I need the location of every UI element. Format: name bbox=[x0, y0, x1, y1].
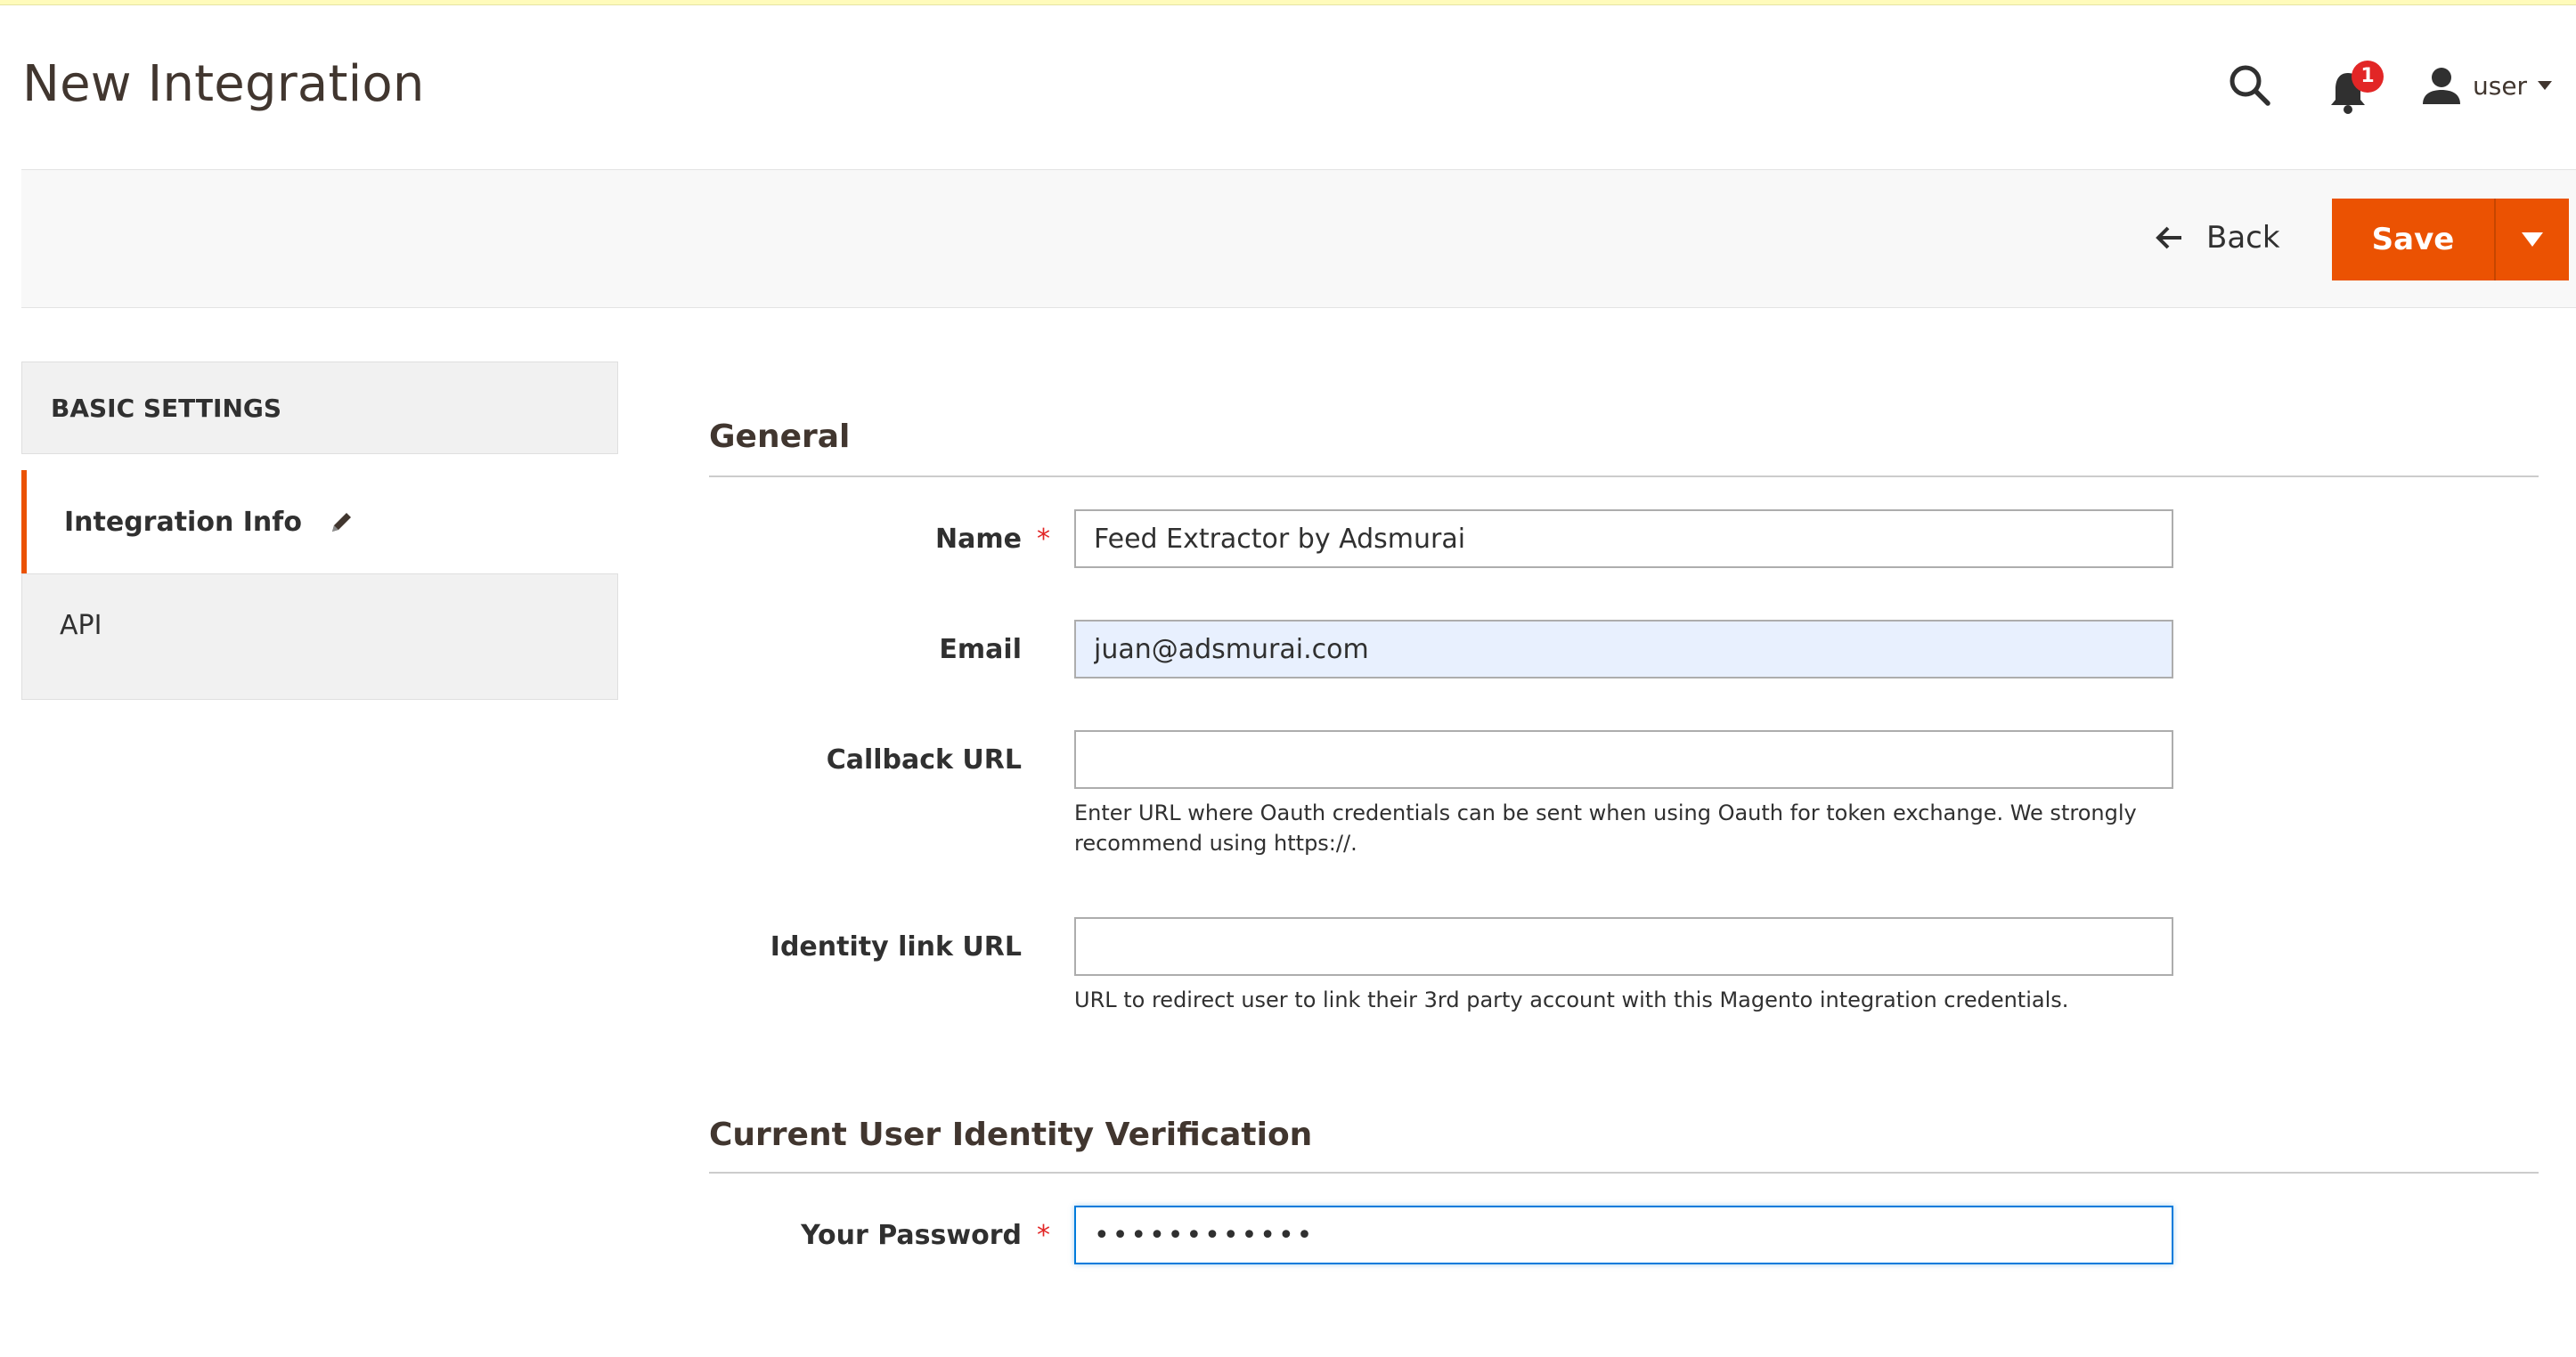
user-menu[interactable]: user bbox=[2421, 61, 2553, 110]
tab-label: API bbox=[60, 609, 102, 641]
tab-api[interactable]: API bbox=[21, 573, 618, 700]
identity-link-url-input[interactable] bbox=[1074, 917, 2173, 976]
notifications-button[interactable]: 1 bbox=[2327, 59, 2384, 114]
save-split-button: Save bbox=[2332, 199, 2569, 280]
arrow-left-icon bbox=[2156, 226, 2181, 249]
tab-integration-info[interactable]: Integration Info bbox=[21, 470, 618, 573]
email-label: Email bbox=[939, 634, 1022, 665]
message-strip bbox=[0, 0, 2576, 5]
email-input[interactable] bbox=[1074, 620, 2173, 678]
sidebar-heading: BASIC SETTINGS bbox=[21, 362, 618, 454]
section-title-verification: Current User Identity Verification bbox=[709, 1117, 1313, 1153]
identity-link-url-label: Identity link URL bbox=[770, 931, 1022, 963]
notifications-badge: 1 bbox=[2352, 61, 2384, 93]
search-icon bbox=[2230, 65, 2270, 106]
user-name: user bbox=[2473, 70, 2528, 101]
save-button[interactable]: Save bbox=[2332, 199, 2494, 280]
callback-url-note: Enter URL where Oauth credentials can be… bbox=[1074, 800, 2137, 856]
callback-url-label: Callback URL bbox=[826, 744, 1022, 776]
required-indicator: * bbox=[1037, 1220, 1050, 1251]
chevron-down-icon bbox=[2538, 81, 2553, 90]
back-label: Back bbox=[2206, 220, 2280, 256]
user-icon bbox=[2423, 68, 2460, 104]
name-label: Name bbox=[935, 524, 1022, 555]
password-label: Your Password bbox=[801, 1220, 1022, 1251]
triangle-down-icon bbox=[2522, 232, 2543, 247]
password-input[interactable] bbox=[1074, 1206, 2173, 1264]
sidebar: BASIC SETTINGS Integration Info API bbox=[21, 362, 618, 700]
section-title-general: General bbox=[709, 418, 851, 455]
tab-label: Integration Info bbox=[64, 506, 302, 538]
pencil-icon bbox=[331, 513, 351, 532]
back-button[interactable]: Back bbox=[2155, 211, 2280, 264]
search-button[interactable] bbox=[2225, 61, 2275, 110]
section-divider bbox=[709, 475, 2539, 477]
required-indicator: * bbox=[1037, 524, 1050, 555]
section-divider bbox=[709, 1172, 2539, 1174]
page-actions-bar: Back Save bbox=[21, 169, 2576, 308]
name-input[interactable] bbox=[1074, 509, 2173, 568]
save-options-toggle[interactable] bbox=[2494, 199, 2569, 280]
header-actions: 1 user bbox=[0, 53, 2576, 114]
identity-link-url-note: URL to redirect user to link their 3rd p… bbox=[1074, 987, 2069, 1012]
callback-url-input[interactable] bbox=[1074, 730, 2173, 789]
